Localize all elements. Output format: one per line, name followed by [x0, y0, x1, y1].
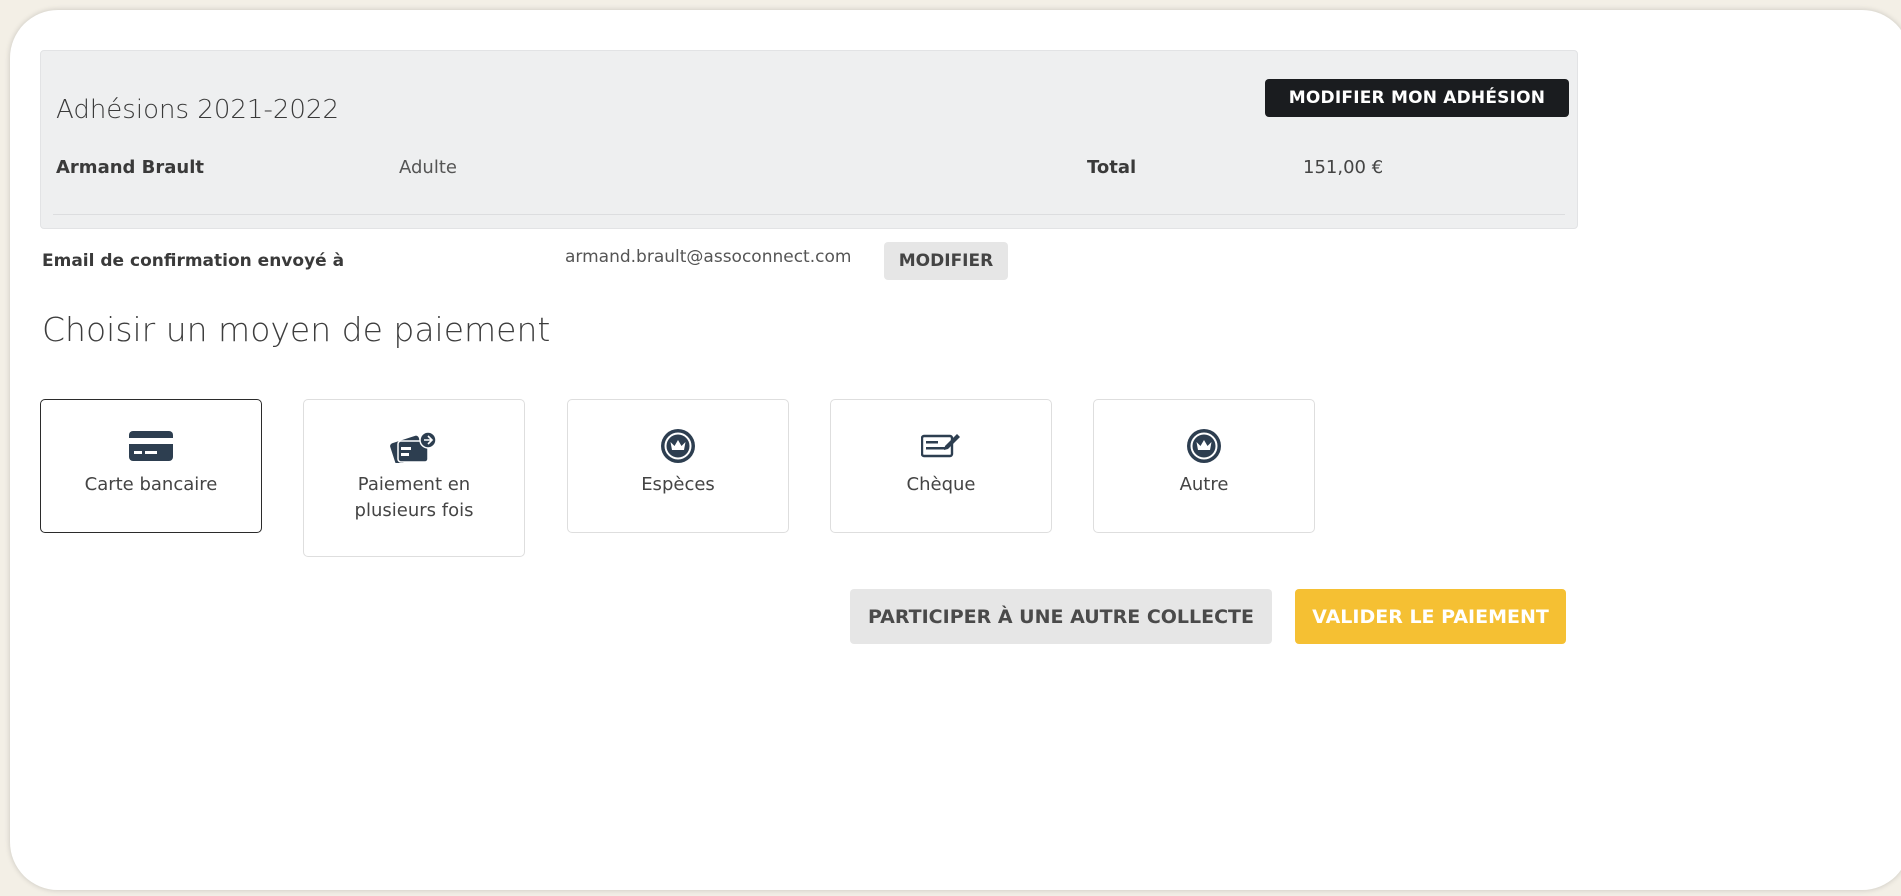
total-label: Total — [1087, 157, 1137, 178]
payment-method-cash[interactable]: Espèces — [567, 399, 789, 533]
crown-icon — [1186, 428, 1222, 464]
cheque-icon — [921, 428, 961, 464]
email-label: Email de confirmation envoyé à — [42, 251, 345, 271]
credit-card-icon — [129, 428, 173, 464]
total-value: 151,00 € — [1303, 157, 1384, 178]
payment-method-installments[interactable]: Paiement en plusieurs fois — [303, 399, 525, 557]
member-type: Adulte — [399, 157, 457, 178]
validate-payment-button[interactable]: VALIDER LE PAIEMENT — [1295, 589, 1566, 644]
crown-icon — [660, 428, 696, 464]
payment-method-label: Autre — [1179, 474, 1229, 495]
checkout-panel: Adhésions 2021-2022 MODIFIER MON ADHÉSIO… — [10, 10, 1901, 890]
payment-method-card[interactable]: Carte bancaire — [40, 399, 262, 533]
payment-title: Choisir un moyen de paiement — [42, 310, 551, 349]
payment-method-label: Carte bancaire — [84, 474, 218, 495]
multiple-cards-icon — [390, 428, 438, 464]
payment-method-label: Chèque — [906, 474, 976, 495]
other-collect-button[interactable]: PARTICIPER À UNE AUTRE COLLECTE — [850, 589, 1272, 644]
summary-title: Adhésions 2021-2022 — [56, 95, 339, 125]
modify-membership-button[interactable]: MODIFIER MON ADHÉSION — [1265, 79, 1569, 117]
payment-method-label: Paiement en plusieurs fois — [354, 474, 474, 521]
payment-method-other[interactable]: Autre — [1093, 399, 1315, 533]
summary-divider — [53, 214, 1565, 215]
member-name: Armand Brault — [56, 157, 205, 178]
email-value: armand.brault@assoconnect.com — [565, 247, 852, 267]
payment-method-cheque[interactable]: Chèque — [830, 399, 1052, 533]
payment-method-label: Espèces — [641, 474, 715, 495]
modify-email-button[interactable]: MODIFIER — [884, 242, 1008, 280]
membership-summary: Adhésions 2021-2022 MODIFIER MON ADHÉSIO… — [40, 50, 1578, 229]
